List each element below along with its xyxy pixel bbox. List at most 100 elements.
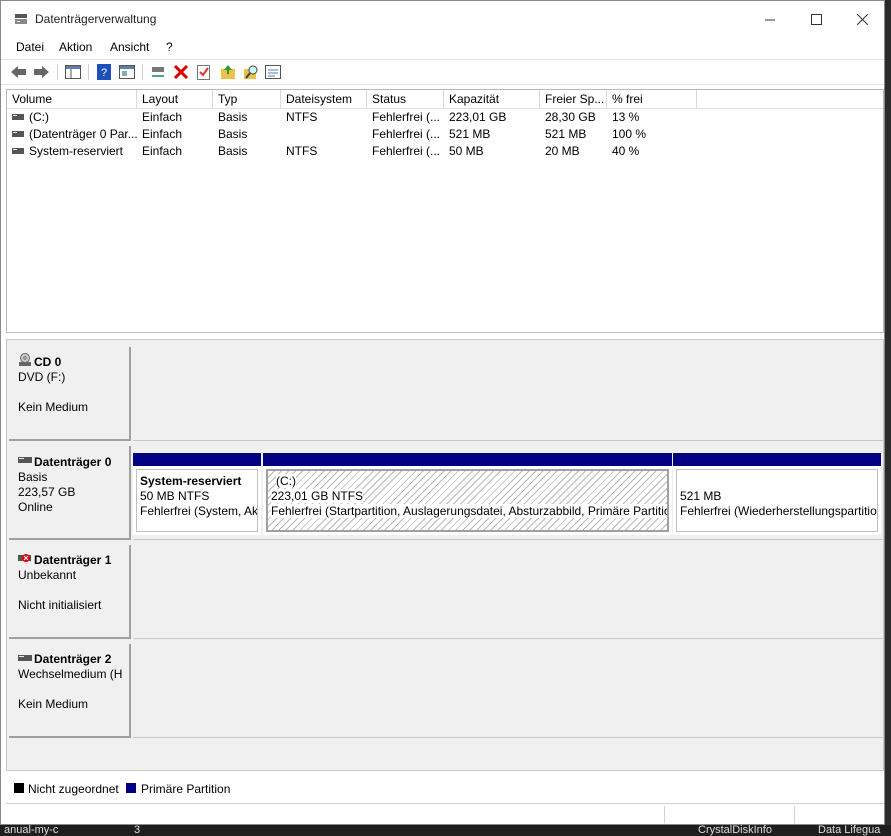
disk-name: CD 0 [34,355,62,369]
legend: Nicht zugeordnet Primäre Partition [6,779,884,799]
partition-status: Fehlerfrei (Wiederherstellungspartitio [680,504,877,518]
partition-title: System-reserviert [140,474,242,488]
primary-partition-bar [263,453,672,466]
taskbar-item[interactable]: anual-my-c [4,824,58,836]
menu-ansicht[interactable]: Ansicht [110,40,149,54]
check-icon [197,65,210,80]
taskbar: anual-my-c 3 CrystalDiskInfo Data Lifegu… [0,824,891,836]
volume-icon [12,114,24,120]
toolbar-separator [88,64,89,80]
menu-aktion[interactable]: Aktion [59,40,92,54]
back-icon [11,66,26,78]
primary-partition-bar [673,453,881,466]
back-button[interactable] [10,63,28,81]
column-header-prozent-frei[interactable]: % frei [607,90,697,108]
taskbar-item[interactable]: Data Lifegua [818,824,880,836]
column-header-freier-speicher[interactable]: Freier Sp... [540,90,607,108]
forward-icon [34,66,49,78]
column-header-layout[interactable]: Layout [137,90,213,108]
connect-button[interactable] [149,63,167,81]
disk-type: DVD (F:) [18,370,66,384]
legend-swatch-unallocated [14,783,24,793]
disk-name: Datenträger 0 [34,455,112,469]
toolbar: ? [1,59,884,85]
volume-icon [12,148,24,154]
console-tree-button[interactable] [64,63,82,81]
partition-recovery[interactable]: 521 MB Fehlerfrei (Wiederherstellungspar… [673,453,881,535]
close-icon [856,13,868,25]
connect-icon [152,67,164,77]
disk-name: Datenträger 2 [34,652,112,666]
status-panel [794,806,883,823]
menu-datei[interactable]: Datei [16,40,44,54]
partition-status: Fehlerfrei (Startpartition, Auslagerungs… [271,504,669,518]
disk-state: Kein Medium [18,400,89,414]
cell-dateisystem [281,126,367,143]
menu-help[interactable]: ? [166,40,173,54]
disk-state: Kein Medium [18,697,89,711]
disk-label-0[interactable]: Datenträger 0 Basis 223,57 GB Online [9,446,131,540]
disk-state: Nicht initialisiert [18,598,102,612]
volume-icon [12,131,24,137]
partition-body: (C:) 223,01 GB NTFS Fehlerfrei (Startpar… [266,469,669,532]
desktop-background-strip [885,0,891,825]
folder-up-icon [221,65,235,79]
table-row[interactable]: System-reserviert Einfach Basis NTFS Feh… [7,143,883,160]
table-row[interactable]: (Datenträger 0 Par... Einfach Basis Fehl… [7,126,883,143]
disk-row-1: Datenträger 1 Unbekannt Nicht initialisi… [7,543,883,641]
toolbar-separator [142,64,143,80]
legend-label-unallocated: Nicht zugeordnet [28,782,119,796]
help-icon: ? [97,64,111,80]
partition-system-reserved[interactable]: System-reserviert 50 MB NTFS Fehlerfrei … [133,453,261,535]
cell-typ: Basis [218,110,248,124]
delete-button[interactable] [172,63,190,81]
title-bar[interactable]: Datenträgerverwaltung [1,1,884,37]
cd-drive-icon [19,353,31,366]
svg-text:?: ? [101,67,107,79]
cell-typ: Basis [218,127,248,141]
disk-type: Basis [18,470,48,484]
folder-up-button[interactable] [219,63,237,81]
disk-row-2: Datenträger 2 Wechselmedium (H Kein Medi… [7,642,883,740]
close-button[interactable] [839,5,885,33]
column-header-volume[interactable]: Volume [7,90,137,108]
column-header-kapazitaet[interactable]: Kapazität [444,90,540,108]
delete-icon [174,65,188,79]
column-header-typ[interactable]: Typ [213,90,281,108]
partition-c[interactable]: (C:) 223,01 GB NTFS Fehlerfrei (Startpar… [263,453,672,535]
properties-button[interactable] [118,63,136,81]
taskbar-item[interactable]: CrystalDiskInfo [698,824,772,836]
view-button[interactable] [264,63,282,81]
console-tree-icon [65,65,81,79]
minimize-icon [764,19,775,20]
cell-dateisystem: NTFS [286,110,318,124]
forward-button[interactable] [33,63,51,81]
disk-state: Online [18,500,53,514]
disk-label-2[interactable]: Datenträger 2 Wechselmedium (H Kein Medi… [9,644,131,738]
disk-label-1[interactable]: Datenträger 1 Unbekannt Nicht initialisi… [9,545,131,639]
cell-status: Fehlerfrei (... [372,127,441,141]
view-icon [265,65,281,79]
taskbar-item[interactable]: 3 [134,824,140,836]
cell-dateisystem: NTFS [286,144,318,158]
disk-error-icon [18,554,31,562]
search-button[interactable] [242,63,260,81]
minimize-button[interactable] [747,5,793,33]
disk-label-cd0[interactable]: CD 0 DVD (F:) Kein Medium [9,347,131,441]
cell-status: Fehlerfrei (... [372,144,441,158]
partition-title: (C:) [276,474,296,488]
table-row[interactable]: (C:) Einfach Basis NTFS Fehlerfrei (... … [7,109,883,126]
disk-area-1 [133,545,883,639]
partition-body: 521 MB Fehlerfrei (Wiederherstellungspar… [676,469,878,532]
column-header-status[interactable]: Status [367,90,444,108]
column-header-dateisystem[interactable]: Dateisystem [281,90,367,108]
cell-prozent-frei: 40 % [612,144,640,158]
disk-row-cd0: CD 0 DVD (F:) Kein Medium [7,345,883,443]
help-button[interactable]: ? [95,63,113,81]
partition-status: Fehlerfrei (System, Ak [140,504,258,518]
check-button[interactable] [195,63,213,81]
partition-size: 50 MB NTFS [140,489,210,503]
maximize-button[interactable] [793,5,839,33]
disk-area-0: System-reserviert 50 MB NTFS Fehlerfrei … [133,446,883,540]
cell-kapazitaet: 521 MB [449,127,491,141]
